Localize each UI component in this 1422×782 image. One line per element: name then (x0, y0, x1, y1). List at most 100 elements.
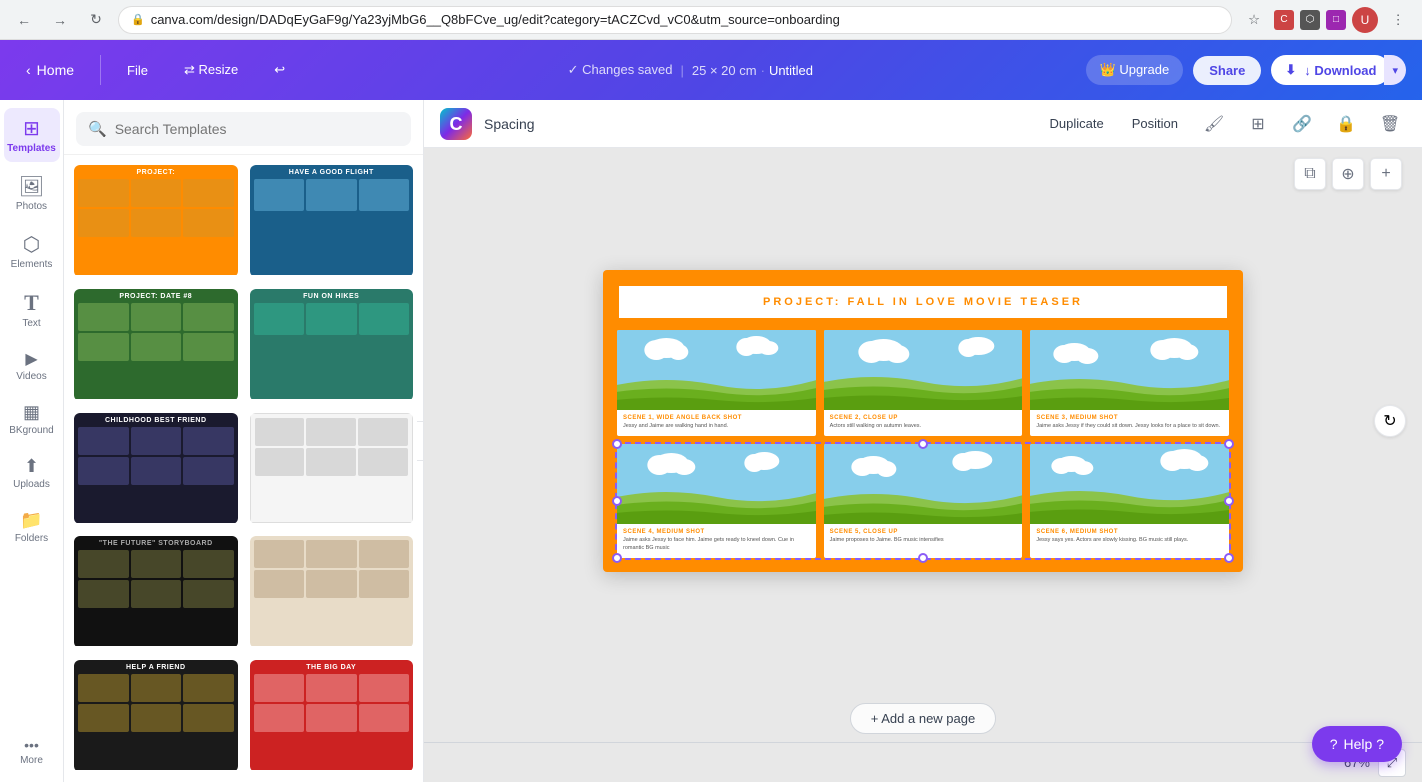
divider-1 (100, 55, 101, 85)
scene-cell-2[interactable]: SCENE 2, CLOSE UP Actors still walking o… (824, 330, 1023, 436)
template-card-6[interactable] (248, 411, 416, 527)
menu-button[interactable]: ⋮ (1384, 6, 1412, 34)
templates-label: Templates (7, 143, 56, 154)
scene-title-5: SCENE 5, CLOSE UP (830, 529, 1017, 535)
collapse-panel-button[interactable]: ‹ (417, 421, 424, 461)
trash-icon: 🗑 (1380, 114, 1400, 134)
sidebar-item-elements[interactable]: ⬡ Elements (4, 224, 60, 278)
duplicate-icon-button[interactable]: ⧉ (1294, 158, 1326, 190)
sidebar-item-background[interactable]: ▦ BKground (4, 394, 60, 444)
scene-cell-1[interactable]: SCENE 1, WIDE ANGLE BACK SHOT Jessy and … (617, 330, 816, 436)
profile-avatar[interactable]: U (1352, 7, 1378, 33)
add-button[interactable]: + (1370, 158, 1402, 190)
templates-panel: 🔍 PROJECT: (64, 100, 424, 782)
template-card-2[interactable]: HAVE A GOOD FLIGHT (248, 163, 416, 279)
home-label: Home (37, 62, 74, 78)
sidebar-item-videos[interactable]: ▶ Videos (4, 341, 60, 390)
link-button[interactable]: 🔗 (1286, 108, 1318, 140)
templates-grid: PROJECT: H (64, 155, 423, 782)
template-card-9[interactable]: HELP A FRIEND (72, 658, 240, 774)
tmpl-title-1: PROJECT: (78, 169, 234, 176)
scene-cell-5[interactable]: SCENE 5, CLOSE UP Jaime proposes to Jaim… (824, 444, 1023, 557)
help-button[interactable]: ? Help ? (1312, 726, 1402, 762)
videos-label: Videos (16, 371, 46, 382)
search-icon: 🔍 (88, 120, 107, 138)
extension-icon-2: ⬡ (1300, 10, 1320, 30)
scene-title-1: SCENE 1, WIDE ANGLE BACK SHOT (623, 415, 810, 421)
undo-button[interactable]: ↩ (264, 56, 295, 84)
scene-cell-3[interactable]: SCENE 3, MEDIUM SHOT Jaime asks Jessy if… (1030, 330, 1229, 436)
address-bar[interactable]: 🔒 canva.com/design/DADqEyGaF9g/Ya23yjMbG… (118, 6, 1232, 34)
upgrade-button[interactable]: 👑 Upgrade (1086, 55, 1184, 85)
scene-desc-6: Jessy says yes. Actors are slowly kissin… (1036, 537, 1223, 545)
template-card-1[interactable]: PROJECT: (72, 163, 240, 279)
copy-button[interactable]: ⊕ (1332, 158, 1364, 190)
storyboard-row-1: SCENE 1, WIDE ANGLE BACK SHOT Jessy and … (617, 330, 1229, 436)
template-card-4[interactable]: FUN ON HIKES (248, 287, 416, 403)
star-button[interactable]: ☆ (1240, 6, 1268, 34)
scene-cell-6[interactable]: SCENE 6, MEDIUM SHOT Jessy says yes. Act… (1030, 444, 1229, 557)
share-button[interactable]: Share (1193, 56, 1261, 85)
sidebar-item-text[interactable]: T Text (4, 282, 60, 337)
lock-button[interactable]: 🔒 (1330, 108, 1362, 140)
sidebar-item-more[interactable]: ••• More (4, 729, 60, 774)
main-layout: ⊞ Templates 🖼 Photos ⬡ Elements T Text ▶… (0, 100, 1422, 782)
left-sidebar: ⊞ Templates 🖼 Photos ⬡ Elements T Text ▶… (0, 100, 64, 782)
grid-button[interactable]: ⊞ (1242, 108, 1274, 140)
background-icon: ▦ (23, 402, 40, 423)
scene-title-3: SCENE 3, MEDIUM SHOT (1036, 415, 1223, 421)
resize-button[interactable]: ⇄ Resize (174, 56, 248, 84)
file-button[interactable]: File (117, 57, 158, 84)
chevron-left-icon: ‹ (26, 62, 31, 78)
sidebar-item-templates[interactable]: ⊞ Templates (4, 108, 60, 162)
template-card-5[interactable]: CHILDHOOD BEST FRIEND (72, 411, 240, 527)
text-label: Text (22, 318, 40, 329)
tmpl-title-4: FUN ON HIKES (254, 293, 410, 300)
scene-title-6: SCENE 6, MEDIUM SHOT (1036, 529, 1223, 535)
back-button[interactable]: ← (10, 6, 38, 34)
videos-icon: ▶ (25, 349, 37, 369)
tmpl-title-5: CHILDHOOD BEST FRIEND (78, 417, 234, 424)
position-button[interactable]: Position (1124, 111, 1186, 136)
sidebar-item-folders[interactable]: 📁 Folders (4, 502, 60, 552)
help-icon: ? (1330, 736, 1338, 752)
search-input[interactable] (115, 121, 399, 137)
refresh-button[interactable]: ↻ (82, 6, 110, 34)
template-card-3[interactable]: PROJECT: DATE #8 (72, 287, 240, 403)
scene-desc-3: Jaime asks Jessy if they could sit down.… (1036, 423, 1223, 431)
add-page-button[interactable]: + Add a new page (850, 703, 996, 734)
scene-image-2 (824, 330, 1023, 410)
duplicate-label: Duplicate (1050, 116, 1104, 131)
canva-topbar: ‹ Home File ⇄ Resize ↩ ✓ Changes saved |… (0, 40, 1422, 100)
rotate-handle[interactable]: ↻ (1374, 405, 1406, 437)
storyboard-title: PROJECT: FALL IN LOVE MOVIE TEASER (629, 296, 1217, 308)
bottom-bar: 67% ⤢ (424, 742, 1422, 782)
storyboard-design: PROJECT: FALL IN LOVE MOVIE TEASER (603, 270, 1243, 571)
paint-bucket-button[interactable]: 🖌 (1198, 108, 1230, 140)
download-button[interactable]: ⬇ ↓ Download (1271, 55, 1390, 85)
templates-icon: ⊞ (23, 116, 40, 141)
canvas-workspace[interactable]: PROJECT: FALL IN LOVE MOVIE TEASER (424, 148, 1422, 694)
elements-icon: ⬡ (23, 232, 40, 257)
browser-icons: ☆ C ⬡ □ U ⋮ (1240, 6, 1412, 34)
sidebar-item-uploads[interactable]: ⬆ Uploads (4, 448, 60, 498)
home-button[interactable]: ‹ Home (16, 56, 84, 84)
duplicate-button[interactable]: Duplicate (1042, 111, 1112, 136)
template-card-7[interactable]: "THE FUTURE" STORYBOARD (72, 534, 240, 650)
paint-icon: 🖌 (1204, 114, 1224, 134)
resize-label: ⇄ Resize (184, 62, 238, 78)
spacing-label: Spacing (484, 116, 535, 132)
delete-button[interactable]: 🗑 (1374, 108, 1406, 140)
uploads-icon: ⬆ (24, 456, 39, 477)
scene-image-4 (617, 444, 816, 524)
download-chevron-button[interactable]: ▾ (1384, 55, 1406, 85)
template-card-8[interactable] (248, 534, 416, 650)
scene-title-4: SCENE 4, MEDIUM SHOT (623, 529, 810, 535)
help-label: Help ? (1344, 736, 1384, 752)
sidebar-item-photos[interactable]: 🖼 Photos (4, 166, 60, 220)
canvas-area: C Spacing Duplicate Position 🖌 ⊞ 🔗 🔒 (424, 100, 1422, 782)
template-card-10[interactable]: THE BIG DAY (248, 658, 416, 774)
forward-button[interactable]: → (46, 6, 74, 34)
scene-cell-4[interactable]: SCENE 4, MEDIUM SHOT Jaime asks Jessy to… (617, 444, 816, 557)
tmpl-title-3: PROJECT: DATE #8 (78, 293, 234, 300)
